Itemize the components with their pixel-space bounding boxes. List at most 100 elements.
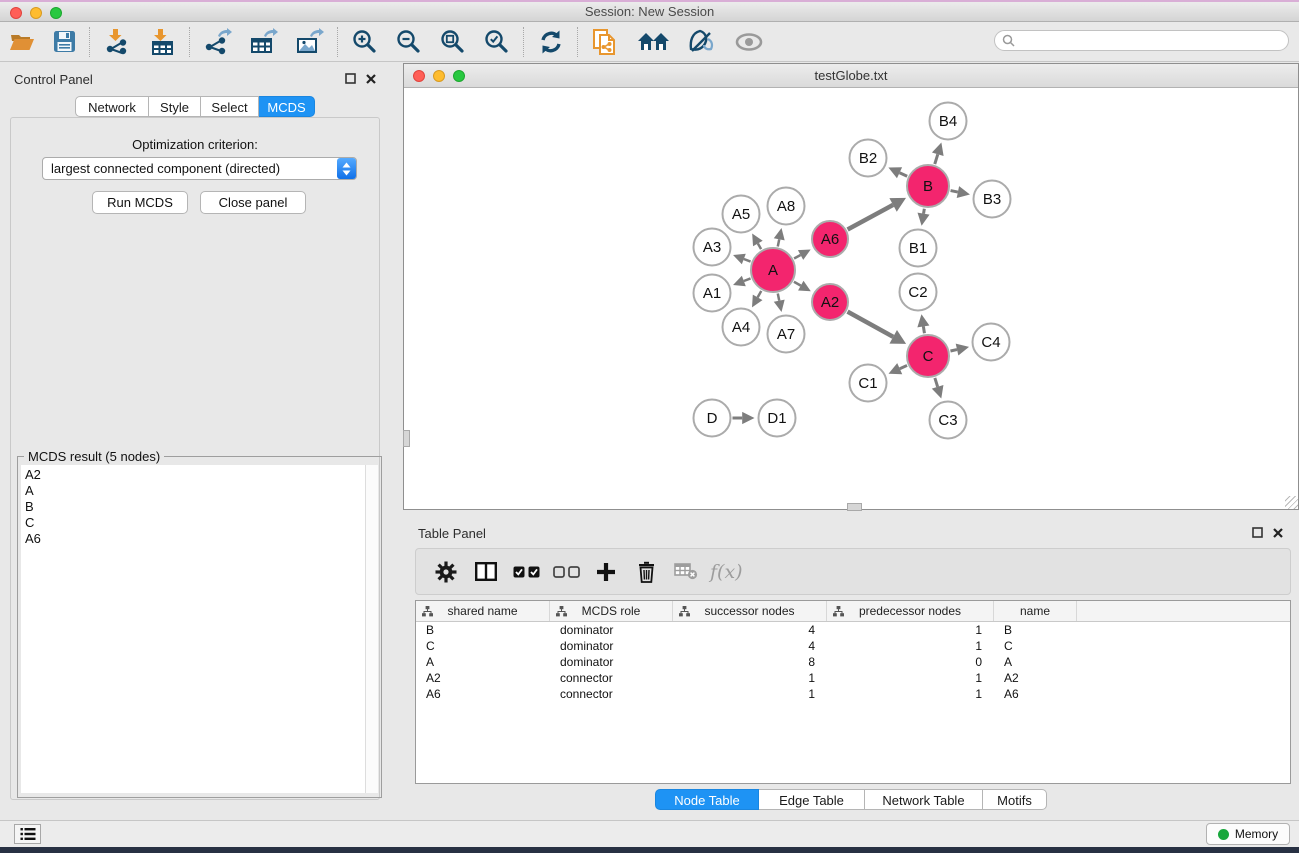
network-window-titlebar[interactable]: testGlobe.txt (404, 64, 1298, 88)
cell-mcds-role[interactable]: connector (550, 670, 673, 686)
edge-C-C1[interactable] (900, 365, 907, 368)
export-image-icon[interactable] (287, 26, 333, 58)
result-item-b[interactable]: B (25, 499, 365, 515)
column-header-name[interactable]: name (994, 601, 1077, 621)
zoom-selected-icon[interactable] (475, 26, 519, 58)
delete-column-icon[interactable] (628, 554, 664, 590)
network-canvas[interactable]: B4B2BB3A8A5A6A3B1AA1C2A2A4A7C4CC1C3DD1 (404, 88, 1298, 509)
float-panel-icon[interactable] (345, 73, 356, 84)
result-item-a[interactable]: A (25, 483, 365, 499)
tab-motifs[interactable]: Motifs (983, 789, 1047, 810)
column-header-shared-name[interactable]: shared name (416, 601, 550, 621)
run-mcds-button[interactable]: Run MCDS (92, 191, 188, 214)
tab-network[interactable]: Network (75, 96, 149, 117)
edge-A6-B[interactable] (848, 205, 893, 230)
tab-mcds[interactable]: MCDS (259, 96, 315, 117)
close-window-button[interactable] (10, 7, 22, 19)
table-row-a[interactable]: Adominator80A (416, 654, 1290, 670)
network-zoom-button[interactable] (453, 70, 465, 82)
cell-successor-nodes[interactable]: 4 (673, 638, 827, 654)
mcds-result-scrollbar[interactable] (365, 465, 378, 793)
table-row-c[interactable]: Cdominator41C (416, 638, 1290, 654)
bottom-split-handle[interactable] (847, 503, 862, 511)
cell-predecessor-nodes[interactable]: 1 (827, 670, 994, 686)
optimization-criterion-dropdown[interactable]: largest connected component (directed) (42, 157, 357, 180)
tab-edge-table[interactable]: Edge Table (759, 789, 865, 810)
network-close-button[interactable] (413, 70, 425, 82)
result-item-c[interactable]: C (25, 515, 365, 531)
edge-C-C4[interactable] (950, 350, 957, 351)
zoom-in-icon[interactable] (343, 26, 387, 58)
cell-mcds-role[interactable]: connector (550, 686, 673, 702)
minimize-window-button[interactable] (30, 7, 42, 19)
search-input[interactable] (994, 30, 1289, 51)
zoom-window-button[interactable] (50, 7, 62, 19)
show-graphics-details-icon[interactable] (725, 26, 773, 58)
table-row-a6[interactable]: A6connector11A6 (416, 686, 1290, 702)
memory-button[interactable]: Memory (1206, 823, 1290, 845)
add-column-icon[interactable] (588, 554, 624, 590)
edge-A-A1[interactable] (744, 278, 751, 281)
edge-C-C3[interactable] (935, 378, 938, 387)
close-panel-icon[interactable] (366, 74, 376, 84)
cell-shared-name[interactable]: A6 (416, 686, 550, 702)
cell-name[interactable]: B (994, 622, 1077, 638)
edge-A-A5[interactable] (758, 244, 761, 250)
select-all-checkboxes-icon[interactable] (508, 554, 544, 590)
edge-A-A4[interactable] (758, 291, 762, 297)
cell-predecessor-nodes[interactable]: 1 (827, 638, 994, 654)
result-item-a6[interactable]: A6 (25, 531, 365, 547)
edge-A2-C[interactable] (848, 312, 894, 337)
table-row-b[interactable]: Bdominator41B (416, 622, 1290, 638)
zoom-fit-icon[interactable] (431, 26, 475, 58)
show-column-icon[interactable] (468, 554, 504, 590)
edge-A-A7[interactable] (778, 294, 779, 301)
table-row-a2[interactable]: A2connector11A2 (416, 670, 1290, 686)
cell-name[interactable]: A (994, 654, 1077, 670)
edge-B-B2[interactable] (900, 173, 908, 177)
cell-successor-nodes[interactable]: 1 (673, 670, 827, 686)
edge-A-A2[interactable] (794, 282, 801, 286)
cell-successor-nodes[interactable]: 1 (673, 686, 827, 702)
table-settings-gear-icon[interactable] (428, 554, 464, 590)
cell-shared-name[interactable]: C (416, 638, 550, 654)
network-minimize-button[interactable] (433, 70, 445, 82)
cell-name[interactable]: A6 (994, 686, 1077, 702)
cell-shared-name[interactable]: B (416, 622, 550, 638)
cell-successor-nodes[interactable]: 4 (673, 622, 827, 638)
cell-predecessor-nodes[interactable]: 0 (827, 654, 994, 670)
close-panel-button[interactable]: Close panel (200, 191, 306, 214)
tab-select[interactable]: Select (201, 96, 259, 117)
export-network-icon[interactable] (195, 26, 241, 58)
edge-A-A6[interactable] (794, 255, 800, 259)
tab-node-table[interactable]: Node Table (655, 789, 759, 810)
close-table-panel-icon[interactable] (1273, 528, 1283, 538)
cell-name[interactable]: A2 (994, 670, 1077, 686)
column-header-mcds-role[interactable]: MCDS role (550, 601, 673, 621)
open-folder-icon[interactable] (0, 26, 44, 58)
home-layout-icon[interactable] (628, 26, 679, 58)
edge-B-B4[interactable] (935, 154, 938, 164)
edge-A-A8[interactable] (778, 239, 779, 246)
edge-A-A3[interactable] (744, 259, 751, 262)
new-network-from-file-icon[interactable] (583, 26, 628, 58)
window-resize-grip[interactable] (1285, 496, 1298, 509)
cell-predecessor-nodes[interactable]: 1 (827, 686, 994, 702)
mcds-result-list[interactable]: A2ABCA6 (21, 465, 366, 793)
result-item-a2[interactable]: A2 (25, 467, 365, 483)
column-header-successor-nodes[interactable]: successor nodes (673, 601, 827, 621)
cell-shared-name[interactable]: A2 (416, 670, 550, 686)
cell-name[interactable]: C (994, 638, 1077, 654)
cell-mcds-role[interactable]: dominator (550, 638, 673, 654)
export-table-icon[interactable] (241, 26, 287, 58)
refresh-icon[interactable] (529, 26, 573, 58)
column-header-predecessor-nodes[interactable]: predecessor nodes (827, 601, 994, 621)
edge-B-B3[interactable] (951, 191, 958, 192)
cell-shared-name[interactable]: A (416, 654, 550, 670)
left-split-handle[interactable] (403, 430, 410, 447)
cell-mcds-role[interactable]: dominator (550, 622, 673, 638)
deselect-all-checkboxes-icon[interactable] (548, 554, 584, 590)
import-table-icon[interactable] (140, 26, 185, 58)
task-history-button[interactable] (14, 824, 41, 844)
network-graph[interactable]: B4B2BB3A8A5A6A3B1AA1C2A2A4A7C4CC1C3DD1 (404, 88, 1298, 509)
